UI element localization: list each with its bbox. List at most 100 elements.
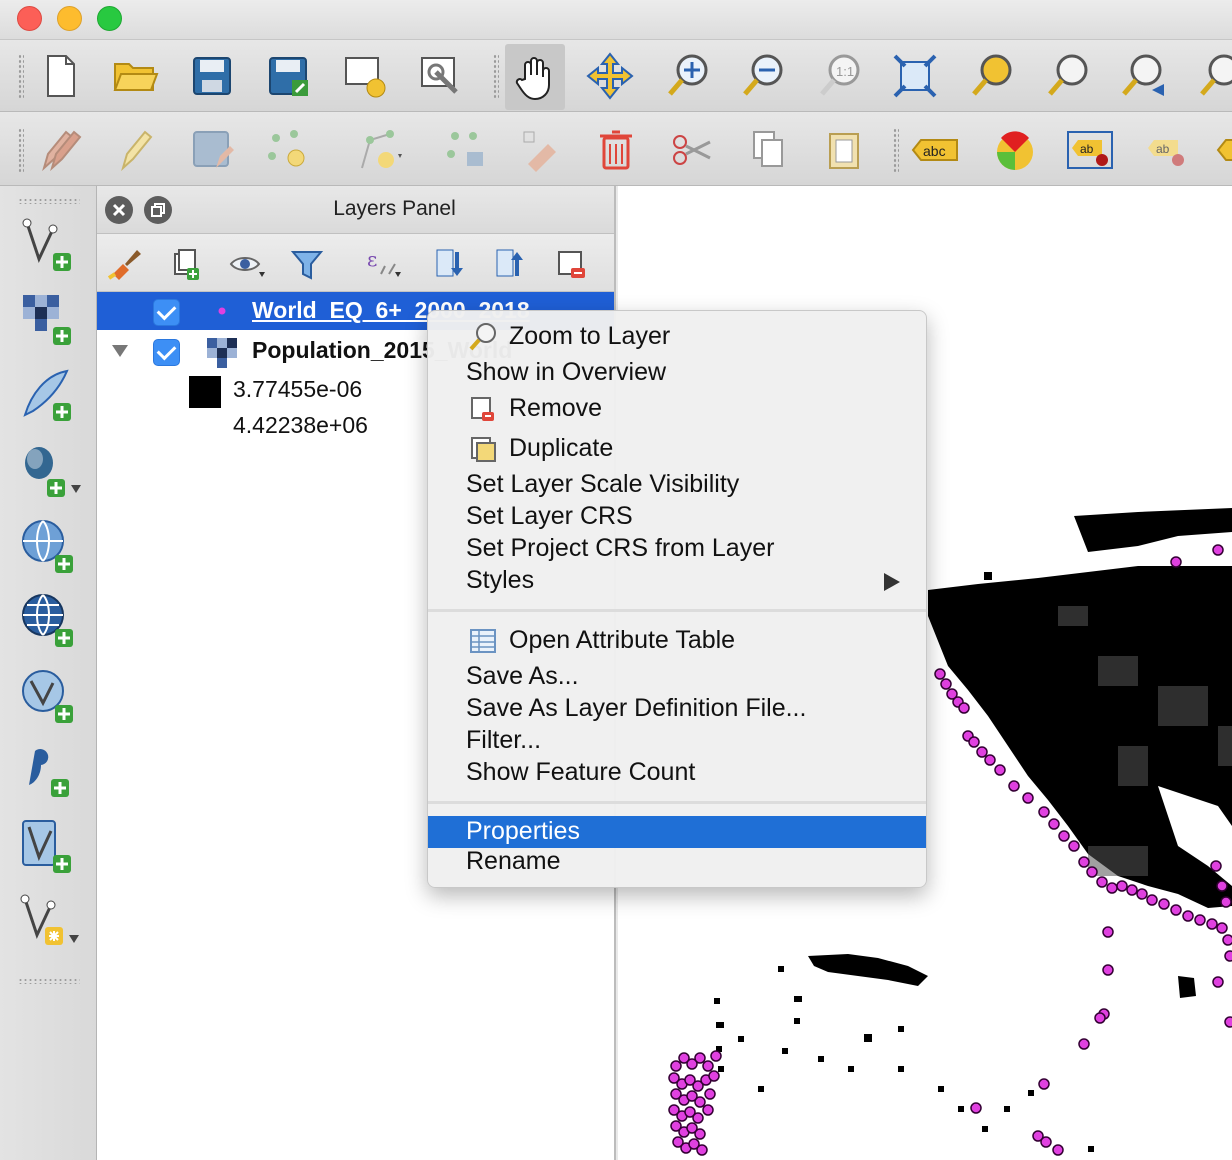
add-vector-layer-icon xyxy=(22,218,71,271)
add-vector-layer-button[interactable] xyxy=(8,212,92,282)
remove-layer-button[interactable] xyxy=(549,242,593,286)
menu-item-save-as-layer-definition[interactable]: Save As Layer Definition File... xyxy=(428,693,926,725)
point-symbol-icon xyxy=(218,307,226,315)
menu-item-properties[interactable]: Properties xyxy=(428,816,926,848)
menu-item-duplicate[interactable]: Duplicate xyxy=(428,433,926,465)
wcs-globe-icon xyxy=(22,594,73,647)
toolbar-grip[interactable] xyxy=(493,54,499,98)
main-toolbar: 1:1 xyxy=(0,40,1232,112)
zoom-to-layer-button[interactable] xyxy=(1038,46,1098,106)
vertex-tool-button[interactable] xyxy=(348,120,408,180)
highlight-pinned-labels-button[interactable]: ab xyxy=(1060,120,1120,180)
add-group-button[interactable] xyxy=(163,242,207,286)
delete-selected-button[interactable] xyxy=(586,120,646,180)
add-postgis-layer-button[interactable] xyxy=(8,438,92,508)
toolbar-grip[interactable] xyxy=(18,128,24,172)
legend-min-swatch xyxy=(189,376,221,408)
layer-labeling-options-button[interactable]: abc xyxy=(905,120,965,180)
add-delimited-text-layer-button[interactable] xyxy=(8,738,92,808)
paste-features-button[interactable] xyxy=(814,120,874,180)
zoom-native-resolution-button[interactable]: 1:1 xyxy=(810,46,870,106)
minimize-window-button[interactable] xyxy=(57,6,82,31)
label-abc-icon: abc xyxy=(911,139,958,161)
zoom-full-button[interactable] xyxy=(885,46,945,106)
menu-item-styles[interactable]: Styles xyxy=(428,565,926,597)
collapse-all-button[interactable] xyxy=(489,242,533,286)
zoom-window-button[interactable] xyxy=(97,6,122,31)
menu-item-label: Zoom to Layer xyxy=(509,322,671,350)
node-tool-icon xyxy=(523,131,556,172)
toolbar-grip[interactable] xyxy=(18,198,80,204)
layer-visibility-checkbox[interactable] xyxy=(153,339,180,366)
menu-item-show-feature-count[interactable]: Show Feature Count xyxy=(428,757,926,789)
add-feature-button[interactable] xyxy=(258,120,318,180)
zoom-to-selection-button[interactable] xyxy=(962,46,1022,106)
menu-item-label: Show Feature Count xyxy=(466,758,696,786)
virtual-layer-icon xyxy=(20,894,79,945)
zoom-next-button[interactable] xyxy=(1190,46,1232,106)
show-hide-labels-button[interactable] xyxy=(1210,120,1232,180)
menu-item-set-layer-crs[interactable]: Set Layer CRS xyxy=(428,501,926,533)
add-wfs-layer-button[interactable] xyxy=(8,662,92,732)
duplicate-layer-icon xyxy=(471,437,496,462)
open-project-button[interactable] xyxy=(105,46,165,106)
attribute-table-icon xyxy=(470,629,496,653)
close-window-button[interactable] xyxy=(17,6,42,31)
pan-map-button[interactable] xyxy=(505,44,565,110)
toolbar-grip[interactable] xyxy=(893,128,899,172)
copy-features-button[interactable] xyxy=(738,120,798,180)
zoom-in-button[interactable] xyxy=(658,46,718,106)
current-edits-button[interactable] xyxy=(30,120,90,180)
add-spatialite-layer-button[interactable] xyxy=(8,814,92,884)
pin-unpin-labels-button[interactable]: ab xyxy=(1136,120,1196,180)
save-as-button[interactable] xyxy=(258,46,318,106)
toggle-editing-button[interactable] xyxy=(105,120,165,180)
diagram-options-button[interactable] xyxy=(985,120,1045,180)
digitizing-toolbar: abc ab ab xyxy=(0,112,1232,186)
save-layer-edits-button[interactable] xyxy=(182,120,242,180)
expand-all-button[interactable] xyxy=(429,242,473,286)
layers-panel-toolbar: ε xyxy=(97,234,614,292)
menu-item-set-project-crs[interactable]: Set Project CRS from Layer xyxy=(428,533,926,565)
pan-to-selection-button[interactable] xyxy=(580,46,640,106)
add-wms-layer-button[interactable] xyxy=(8,512,92,582)
save-project-button[interactable] xyxy=(182,46,242,106)
menu-item-remove[interactable]: Remove xyxy=(428,393,926,425)
add-raster-layer-icon xyxy=(23,295,71,345)
new-shapefile-layer-button[interactable] xyxy=(8,362,92,432)
menu-item-rename[interactable]: Rename xyxy=(428,846,926,878)
wfs-globe-icon xyxy=(22,670,73,723)
node-tool-button[interactable] xyxy=(510,120,570,180)
menu-item-show-in-overview[interactable]: Show in Overview xyxy=(428,357,926,389)
zoom-out-button[interactable] xyxy=(733,46,793,106)
collapse-all-icon xyxy=(496,249,523,277)
hand-pan-icon xyxy=(515,57,550,101)
composer-manager-button[interactable] xyxy=(410,46,470,106)
layer-visibility-checkbox[interactable] xyxy=(153,299,180,326)
add-wcs-layer-button[interactable] xyxy=(8,586,92,656)
eye-icon xyxy=(229,257,265,277)
zoom-last-button[interactable] xyxy=(1114,46,1174,106)
menu-item-set-layer-scale-visibility[interactable]: Set Layer Scale Visibility xyxy=(428,469,926,501)
add-raster-layer-button[interactable] xyxy=(8,286,92,356)
toolbar-grip[interactable] xyxy=(18,54,24,98)
move-feature-button[interactable] xyxy=(435,120,495,180)
filter-legend-button[interactable] xyxy=(285,242,329,286)
menu-item-open-attribute-table[interactable]: Open Attribute Table xyxy=(428,625,926,657)
new-project-button[interactable] xyxy=(30,46,90,106)
paste-icon xyxy=(829,133,859,169)
expression-epsilon-icon: ε xyxy=(367,247,401,277)
menu-item-zoom-to-layer[interactable]: Zoom to Layer xyxy=(428,321,926,353)
menu-item-save-as[interactable]: Save As... xyxy=(428,661,926,693)
pin-label-icon: ab xyxy=(1067,131,1113,169)
cut-features-button[interactable] xyxy=(662,120,722,180)
print-composer-icon xyxy=(345,57,386,98)
expand-arrow-icon[interactable] xyxy=(111,344,129,358)
new-print-composer-button[interactable] xyxy=(334,46,394,106)
open-layer-styling-button[interactable] xyxy=(103,242,147,286)
filter-by-expression-button[interactable]: ε xyxy=(361,242,405,286)
menu-item-filter[interactable]: Filter... xyxy=(428,725,926,757)
manage-visibility-button[interactable] xyxy=(225,242,269,286)
toolbar-grip[interactable] xyxy=(18,978,80,984)
new-virtual-layer-button[interactable] xyxy=(8,888,92,958)
